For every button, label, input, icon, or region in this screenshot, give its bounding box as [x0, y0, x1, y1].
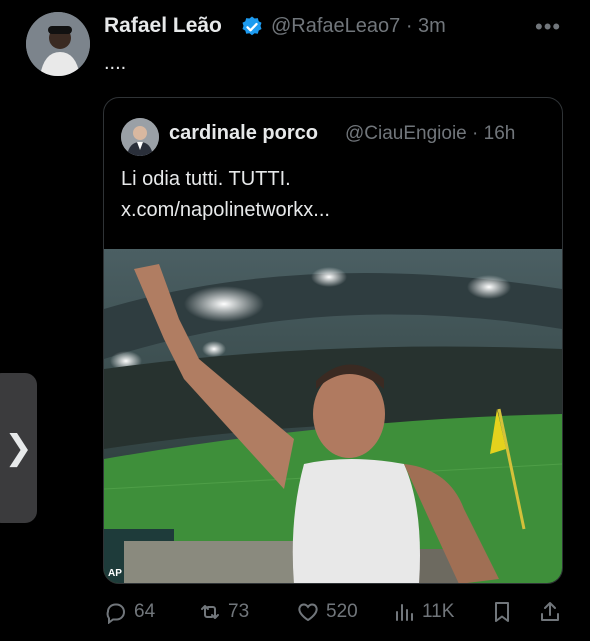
quoted-author-name[interactable]: cardinale porco: [169, 122, 343, 145]
quoted-handle-time[interactable]: @CiauEngioie · 16h: [345, 123, 515, 145]
photo-credit: AP: [108, 568, 122, 579]
chevron-right-icon: ❯: [4, 429, 33, 467]
quoted-link[interactable]: x.com/napolinetworkx...: [121, 195, 330, 226]
more-dots-icon[interactable]: •••: [535, 14, 561, 40]
quoted-text-line: Li odia tutti. TUTTI.: [121, 168, 291, 190]
heart-icon: [298, 603, 318, 622]
reply-icon: [106, 603, 125, 624]
views-button[interactable]: 11K: [392, 600, 454, 624]
post-text: ....: [104, 52, 127, 74]
side-expand-tab[interactable]: ❯: [0, 373, 37, 523]
bookmark-icon: [495, 602, 509, 622]
views-chart-icon: [396, 604, 413, 621]
author-name[interactable]: Rafael Leão: [104, 14, 222, 38]
reply-button[interactable]: 64: [104, 600, 155, 624]
share-button[interactable]: [538, 600, 562, 624]
action-bar: 64 73 520 11K: [0, 600, 590, 640]
repost-button[interactable]: 73: [198, 600, 249, 624]
repost-icon: [201, 605, 219, 619]
share-icon: [541, 602, 559, 621]
quoted-post[interactable]: cardinale porco @CiauEngioie · 16h Li od…: [103, 97, 563, 584]
author-avatar[interactable]: [26, 12, 90, 76]
views-count: 11K: [422, 601, 455, 622]
like-button[interactable]: 520: [296, 600, 358, 624]
quoted-avatar[interactable]: [121, 118, 159, 156]
like-count: 520: [326, 601, 358, 622]
verified-badge-icon: [242, 16, 262, 36]
quoted-text: Li odia tutti. TUTTI. x.com/napolinetwor…: [121, 164, 330, 226]
repost-count: 73: [228, 601, 250, 622]
bookmark-button[interactable]: [490, 600, 514, 624]
reply-count: 64: [134, 601, 156, 622]
quoted-photo[interactable]: AP: [104, 249, 562, 583]
author-handle-time[interactable]: @RafaeLeao7 · 3m: [271, 15, 446, 38]
